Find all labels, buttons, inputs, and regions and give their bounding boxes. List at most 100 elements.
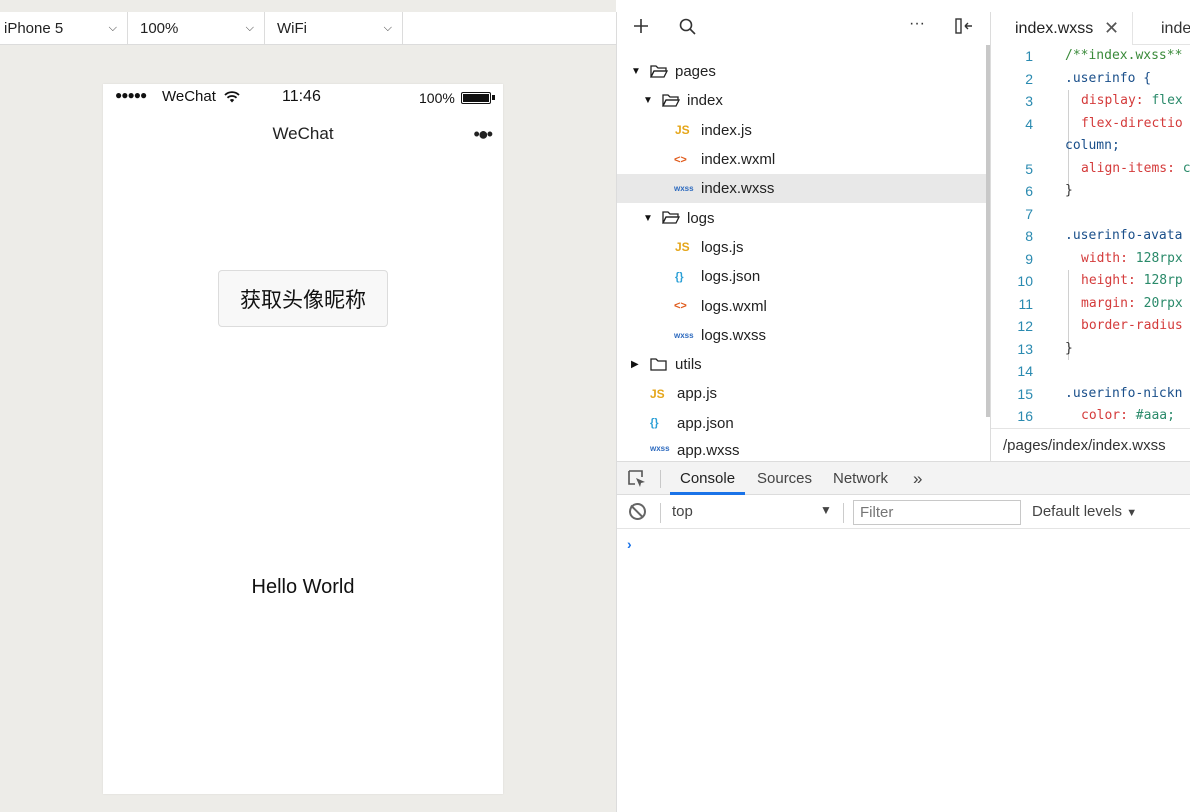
device-select[interactable]: iPhone 5 ⌵ (0, 12, 128, 45)
tree-item-utils[interactable]: ▶ utils (617, 350, 990, 379)
tree-item-app-wxss[interactable]: wxss app.wxss (617, 438, 990, 458)
status-time: 11:46 (282, 88, 321, 105)
context-select[interactable]: top (672, 503, 693, 520)
tree-item-label: index.wxml (701, 151, 776, 169)
code-line: width: 128rpx (1081, 251, 1183, 266)
simulator-panel: iPhone 5 ⌵ 100% ⌵ WiFi ⌵ ●●●●● WeChat 11… (0, 0, 616, 812)
zoom-select-value: 100% (140, 20, 179, 37)
editor-tabs: index.wxss ✕ inde (991, 12, 1190, 45)
code-line: color: #aaa; (1081, 408, 1175, 423)
file-explorer: ··· ▼ pages ▼ index JS index.js <> index… (616, 12, 991, 461)
network-select[interactable]: WiFi ⌵ (265, 12, 403, 45)
tree-item-label: logs (687, 209, 715, 227)
filter-input[interactable] (853, 500, 1021, 525)
code-line: display: flex (1081, 93, 1183, 108)
inspect-element-icon[interactable] (627, 469, 647, 489)
zoom-select[interactable]: 100% ⌵ (128, 12, 265, 45)
tree-item-logs[interactable]: ▼ logs (617, 203, 990, 232)
simulator-toolbar: iPhone 5 ⌵ 100% ⌵ WiFi ⌵ (0, 12, 616, 45)
tree-item-label: app.json (677, 414, 734, 432)
battery-icon (461, 92, 491, 104)
code-value: flex (1151, 93, 1183, 108)
tree-item-logs-wxml[interactable]: <> logs.wxml (617, 291, 990, 320)
tab-label: inde (1161, 19, 1190, 37)
code-prop: align-items: (1081, 161, 1183, 176)
code-line: height: 128rp (1081, 273, 1183, 288)
folder-open-icon (661, 210, 681, 227)
tree-item-label: logs.json (701, 268, 761, 286)
tree-item-index-js[interactable]: JS index.js (617, 116, 990, 145)
file-path: /pages/index/index.wxss (1003, 436, 1166, 454)
code-line: align-items: c (1081, 161, 1190, 176)
js-file-icon: JS (675, 123, 690, 138)
chevron-down-icon: ⌵ (108, 22, 117, 34)
close-icon[interactable]: ✕ (1104, 18, 1119, 39)
console-prompt[interactable]: › (627, 536, 632, 552)
wxss-file-icon: wxss (674, 330, 694, 340)
code-prop: width: (1081, 251, 1136, 266)
carrier-label: WeChat (162, 88, 216, 105)
add-icon[interactable] (633, 18, 649, 39)
code-prop: display: (1081, 93, 1152, 108)
more-tabs-icon[interactable]: » (913, 462, 922, 495)
tree-item-logs-js[interactable]: JS logs.js (617, 233, 990, 262)
tree-item-index-wxss[interactable]: wxss index.wxss (617, 174, 990, 204)
code-editor: index.wxss ✕ inde 1 /**index.wxss** 2 .u… (991, 12, 1190, 461)
explorer-toolbar: ··· (617, 12, 990, 45)
line-number: 7 (1025, 206, 1033, 222)
tree-item-app-js[interactable]: JS app.js (617, 379, 990, 408)
file-tree: ▼ pages ▼ index JS index.js <> index.wxm… (617, 57, 990, 458)
tree-item-label: pages (675, 63, 716, 81)
code-line: .userinfo-nickn (1065, 386, 1183, 401)
code-line: margin: 20rpx (1081, 296, 1183, 311)
devtools-window: iPhone 5 ⌵ 100% ⌵ WiFi ⌵ ●●●●● WeChat 11… (0, 0, 1190, 812)
tree-item-logs-json[interactable]: {} logs.json (617, 262, 990, 291)
explorer-scrollbar[interactable] (986, 45, 990, 417)
code-prop: margin: (1081, 296, 1144, 311)
get-profile-button[interactable]: 获取头像昵称 (218, 270, 388, 327)
nav-title: WeChat (272, 124, 334, 143)
search-icon[interactable] (679, 18, 696, 40)
divider (843, 503, 844, 523)
network-select-value: WiFi (277, 20, 307, 37)
code-line: .userinfo-avata (1065, 228, 1183, 243)
device-select-value: iPhone 5 (4, 20, 64, 37)
code-prop: height: (1081, 273, 1144, 288)
code-prop: border-radius (1081, 318, 1183, 333)
line-number: 15 (1017, 386, 1033, 402)
more-icon[interactable]: ··· (909, 15, 925, 33)
console-panel: Console Sources Network » top ▼ Default … (616, 461, 1190, 812)
wxss-file-icon: wxss (650, 443, 670, 453)
tree-item-index[interactable]: ▼ index (617, 86, 990, 115)
line-number: 12 (1017, 318, 1033, 334)
code-line: .userinfo { (1065, 71, 1152, 86)
tab-console[interactable]: Console (670, 462, 746, 495)
tree-item-app-json[interactable]: {} app.json (617, 409, 990, 438)
tab-second[interactable]: inde (1161, 12, 1190, 45)
tab-network[interactable]: Network (833, 462, 888, 495)
status-bar: ●●●●● WeChat 11:46 100% (103, 84, 503, 110)
caret-down-icon: ▼ (643, 95, 653, 107)
code-line: } (1065, 341, 1073, 356)
line-number: 9 (1025, 251, 1033, 267)
clear-console-icon[interactable] (629, 503, 646, 520)
tree-item-index-wxml[interactable]: <> index.wxml (617, 145, 990, 174)
caret-down-icon[interactable]: ▼ (820, 503, 832, 517)
collapse-panel-icon[interactable] (955, 18, 973, 39)
more-dots-icon[interactable]: •●• (474, 124, 494, 145)
tree-item-logs-wxss[interactable]: wxss logs.wxss (617, 321, 990, 350)
wxml-file-icon: <> (674, 300, 687, 313)
tree-item-pages[interactable]: ▼ pages (617, 57, 990, 86)
tree-item-label: logs.js (701, 238, 744, 256)
folder-open-icon (661, 93, 681, 110)
log-levels-select[interactable]: Default levels ▼ (1032, 503, 1137, 520)
line-number: 6 (1025, 183, 1033, 199)
chevron-down-icon: ⌵ (245, 22, 254, 34)
line-number: 5 (1025, 161, 1033, 177)
line-number: 8 (1025, 228, 1033, 244)
tab-sources[interactable]: Sources (757, 462, 812, 495)
tab-index-wxss[interactable]: index.wxss ✕ (991, 12, 1133, 45)
divider (660, 503, 661, 523)
code-value: 20rpx (1143, 296, 1183, 311)
code-value: 128rpx (1135, 251, 1183, 266)
